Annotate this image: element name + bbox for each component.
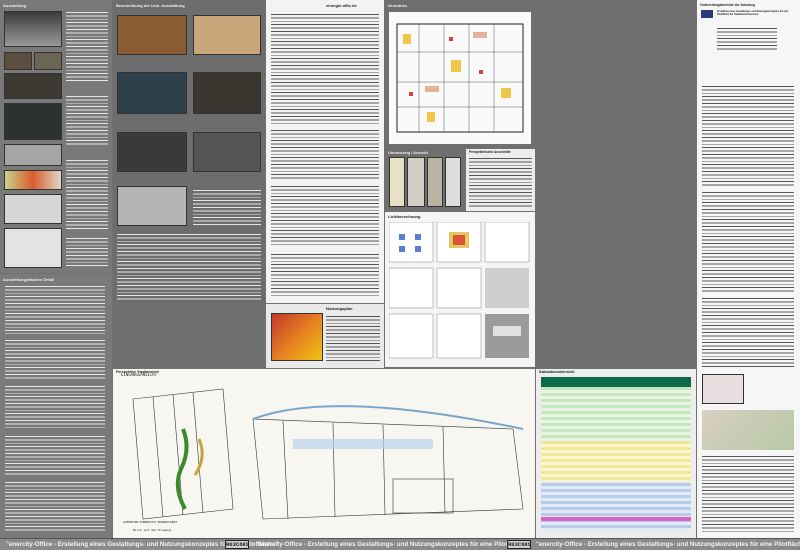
photo-lab [117, 72, 187, 114]
chart-image [702, 374, 744, 404]
sketch-label-top: EINGANGSANSICHT [121, 373, 158, 377]
panel-title-doc: Vorbereitungsberichte der Schulung Erste… [697, 0, 800, 538]
panel-tech: Beschreibung der tech. Ausstattung [113, 0, 265, 303]
text-block [702, 456, 794, 532]
panel-usage: Nutzungsplan [266, 304, 384, 368]
panel-header: Grundriss [388, 3, 408, 8]
text-block [702, 298, 794, 368]
floor-plan-drawing [389, 12, 531, 144]
map-image [702, 410, 794, 450]
photo-interior [4, 52, 32, 70]
panel-detail: Ausstellungsflächen Detail [0, 274, 112, 538]
photo-seat [4, 103, 62, 140]
doc-title: Erstellung eines Gestaltungs- und Nutzun… [717, 10, 789, 16]
panel-elevation: Umnutzung / Ansicht [385, 149, 465, 211]
photo-wall [117, 186, 187, 226]
panel-perspective: Perspektivische Anschnitte [466, 149, 535, 211]
table-rows-yellow [541, 441, 691, 481]
text-block [5, 286, 105, 334]
text-block [702, 86, 794, 186]
panel-calculation: Kalkulationsübersicht [536, 369, 696, 538]
panel-header: einergie.offic.de [326, 3, 357, 8]
text-block [469, 158, 532, 208]
photo-bench [4, 144, 62, 166]
photo-table [4, 73, 62, 99]
photo-lamp [389, 157, 405, 207]
panel-header: Vorbereitungsberichte der Schulung [700, 3, 756, 7]
panel-header: Kalkulationsübersicht [539, 370, 575, 374]
text-block [193, 190, 261, 226]
lighting-diagrams [389, 222, 530, 359]
table-rows-green [541, 387, 691, 439]
doc-logo [701, 10, 713, 18]
panel-lighting: Lichtberechnung [385, 212, 535, 367]
photo-chair [4, 228, 62, 268]
text-block [5, 386, 105, 430]
footer-bar: "enercity-Office - Erstellung eines Gest… [0, 538, 800, 550]
panel-header: Beschreibung der tech. Ausstattung [116, 3, 185, 8]
cost-list [271, 186, 379, 246]
photo-counter [117, 15, 187, 55]
photo-room [193, 72, 261, 114]
photo-office [4, 11, 62, 47]
photo-heat [271, 313, 323, 361]
text-block [117, 234, 261, 300]
table-row-highlight [541, 517, 691, 521]
photo-lamp-2 [445, 157, 461, 207]
panel-ausstellung: Ausstellung [0, 0, 112, 273]
panel-floorplan: Grundriss [385, 0, 535, 148]
text-block [5, 482, 105, 532]
text-block [66, 238, 108, 268]
panel-header: Lichtberechnung [388, 214, 421, 219]
text-block [271, 14, 379, 124]
photo-interior-2 [34, 52, 62, 70]
photo-ceiling [407, 157, 425, 207]
photo-pipes [117, 132, 187, 172]
photo-shelf [4, 194, 62, 224]
text-block [326, 316, 380, 362]
panel-header: Umnutzung / Ansicht [388, 150, 428, 155]
table-head-bar [541, 377, 691, 387]
text-block [66, 12, 108, 82]
text-block [5, 340, 105, 380]
footer-logo-1: R03C6K9 [225, 540, 250, 549]
text-block [66, 160, 108, 230]
photo-boiler [193, 132, 261, 172]
panel-sketches: Perspektive Stadtansicht EINGANGSANSICHT… [113, 369, 535, 538]
footer-title-3: "enercity-Office - Erstellung eines Gest… [536, 540, 800, 548]
footer-title-2: "enercity-Office - Erstellung eines Gest… [256, 540, 529, 548]
sketch-label-mid: AUFENTHALTSBEREICH VERGRÖSSERT [123, 521, 178, 524]
panel-header: Ausstellung [3, 3, 26, 8]
doc-meta [717, 28, 777, 50]
sketch-drawings [132, 388, 524, 520]
text-block [271, 254, 379, 298]
text-block [271, 130, 379, 180]
table-rows-blue [541, 483, 691, 531]
text-block [5, 436, 105, 476]
photo-colors [4, 170, 62, 190]
photo-kitchen [193, 15, 261, 55]
panel-subheader: Perspektivische Anschnitte [469, 150, 511, 154]
panel-header: Nutzungsplan [326, 306, 353, 311]
sketch-note: Blick auf den Eingang [133, 529, 171, 532]
photo-light [427, 157, 443, 207]
panel-header: Ausstellungsflächen Detail [3, 277, 55, 282]
poster-board: Ausstellung Beschreibung der tech. Ausst… [0, 0, 800, 550]
text-block [702, 192, 794, 292]
footer-logo-2: R03C6K9 [507, 540, 532, 549]
panel-text: einergie.offic.de [266, 0, 384, 303]
text-block [66, 96, 108, 146]
